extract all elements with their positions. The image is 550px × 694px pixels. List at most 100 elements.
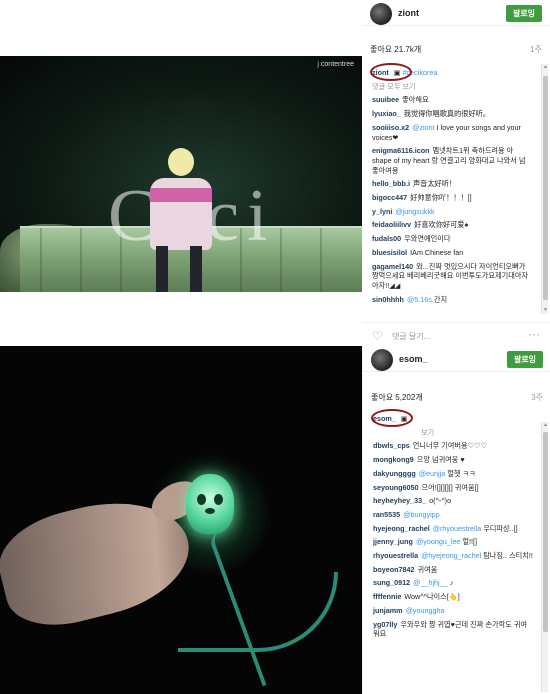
comment-username[interactable]: dbwls_cps: [373, 441, 410, 450]
comment-mention[interactable]: @hyejeong_rachel: [421, 551, 481, 560]
comment-mention[interactable]: @ziont: [412, 123, 434, 132]
scroll-thumb[interactable]: [543, 432, 548, 632]
comment-text: 声音太好听！: [412, 179, 457, 189]
following-button[interactable]: 팔로잉: [506, 5, 542, 22]
load-more-comments[interactable]: 댓글 모두 보기: [372, 82, 532, 92]
comment-text: 好帅意你吖！！！[]: [410, 193, 472, 203]
comment-username[interactable]: fudals00: [372, 234, 401, 243]
charm-nose-shape: [205, 508, 215, 514]
post-time[interactable]: 1주: [530, 44, 542, 55]
comment-item: dakyungggg @eunjja 헐헷 ㅋㅋ: [373, 469, 533, 479]
post-2-photo[interactable]: [0, 346, 362, 694]
comment-item: sooiiiso.x2 @ziont I love your songs and …: [372, 123, 532, 142]
header-username[interactable]: ziont: [398, 8, 419, 18]
comment-text: 언니너무 기여버용♡♡♡: [412, 441, 487, 451]
comment-username[interactable]: yg07lly: [373, 620, 397, 629]
comment-list: ziont ▣ #ceci​korea 댓글 모두 보기 suuibee 좋아해요…: [372, 68, 532, 312]
more-options-icon[interactable]: ···: [528, 327, 540, 341]
comment-text: 으어![][][][] 귀여움[]: [421, 482, 479, 492]
likes-row: 좋아요 5,202개 3주: [371, 392, 543, 403]
comment-username[interactable]: lyuxiao_: [372, 109, 401, 118]
comment-input[interactable]: 댓글 달기...: [392, 331, 430, 342]
comment-item: junjamm @younggha: [373, 606, 533, 616]
comment-mention[interactable]: @5.16s: [407, 295, 432, 304]
comment-text: 헐헷 ㅋㅋ: [447, 468, 476, 478]
comment-username[interactable]: ran5535: [373, 510, 400, 519]
comment-item: y_lyni @jungsukkk: [372, 207, 532, 217]
post-header: ziont 팔로잉: [362, 0, 550, 26]
likes-row: 좋아요 21.7k개 1주: [370, 44, 542, 55]
comment-mention[interactable]: @rhyouestrella: [433, 524, 481, 533]
scroll-up-arrow-icon[interactable]: ▲: [542, 64, 549, 71]
comment-username[interactable]: sin0hhhh: [372, 295, 404, 304]
avatar[interactable]: [370, 3, 392, 25]
comment-username[interactable]: boyeon7842: [373, 565, 415, 574]
scroll-down-arrow-icon[interactable]: ▼: [542, 307, 549, 314]
comment-mention[interactable]: @yoongu_lee: [416, 537, 460, 546]
comment-text: 탐나징.. 스티치!!: [483, 551, 533, 561]
scroll-thumb[interactable]: [543, 76, 548, 300]
post-1-photo[interactable]: Ceci j contentree: [0, 56, 362, 292]
comment-scrollbar[interactable]: ▲ ▼: [541, 64, 548, 314]
comment-scrollbar[interactable]: ▲: [541, 422, 548, 692]
comment-mention[interactable]: @younggha: [406, 606, 445, 615]
avatar[interactable]: [371, 349, 393, 371]
comment-input-row: ♡ 댓글 달기... ···: [362, 322, 550, 346]
comment-mention[interactable]: @jungsukkk: [395, 207, 434, 216]
comment-username[interactable]: mongkong9: [373, 455, 414, 464]
comment-item: yg07lly 우와우와 짱 귀엽♥근데 진짜 손가락도 귀여워요: [373, 620, 533, 639]
comment-username[interactable]: suuibee: [372, 95, 399, 104]
comment-username[interactable]: sooiiiso.x2: [372, 123, 409, 132]
scroll-up-arrow-icon[interactable]: ▲: [542, 422, 549, 429]
comment-username[interactable]: y_lyni: [372, 207, 392, 216]
comment-username[interactable]: feidaoliilivv: [372, 220, 411, 229]
comment-username[interactable]: gagamel140: [372, 262, 413, 271]
comment-username[interactable]: bigocc447: [372, 193, 407, 202]
comment-username[interactable]: ffffennie: [373, 592, 401, 601]
post-time[interactable]: 3주: [531, 392, 543, 403]
comment-mention[interactable]: @bungyipp: [403, 510, 439, 519]
comment-item: sin0hhhh @5.16s 간지: [372, 295, 532, 305]
comment-username[interactable]: seyoung6050: [373, 483, 419, 492]
following-button[interactable]: 팔로잉: [507, 351, 543, 368]
post-1: Ceci j contentree ziont 팔로잉 좋아요 21.7k개 1…: [0, 0, 550, 346]
comment-text: Wow^^나이스[👆]: [404, 592, 460, 602]
likes-count[interactable]: 좋아요 5,202개: [371, 393, 423, 402]
comment-item: rhyouestrella @hyejeong_rachel 탐나징.. 스티치!…: [373, 551, 533, 561]
heart-icon[interactable]: ♡: [372, 329, 383, 343]
comment-text: o(^-^)o: [429, 496, 452, 506]
comment-item: bluesisilol IAm Chinese fan: [372, 248, 532, 258]
likes-count[interactable]: 좋아요 21.7k개: [370, 45, 421, 54]
comment-username[interactable]: hello_bbb.i: [372, 179, 410, 188]
comment-username[interactable]: heyheyhey_33_: [373, 496, 426, 505]
charm-eye-shape: [197, 494, 206, 505]
load-more-comments[interactable]: 보기: [373, 428, 533, 438]
cable-shape: [178, 572, 338, 652]
comment-text: 좋아해요: [402, 95, 429, 105]
comment-username[interactable]: sung_0912: [373, 578, 410, 587]
post-header: esom_ 팔로잉: [363, 346, 550, 372]
comment-username[interactable]: enigma6116.icon: [372, 146, 430, 155]
comment-mention[interactable]: @eunjja: [419, 469, 445, 478]
leg-shape: [190, 246, 202, 292]
comment-item: suuibee 좋아해요: [372, 95, 532, 105]
comment-username[interactable]: rhyouestrella: [373, 551, 418, 560]
comment-item: lyuxiao_ 我觉得你唱歌真的很好听。: [372, 109, 532, 119]
photo-watermark: j contentree: [317, 61, 354, 68]
header-username[interactable]: esom_: [399, 354, 428, 364]
comment-list: esom_ ▣ 보기 dbwls_cps 언니너무 기여버용♡♡♡ mongkong…: [373, 414, 533, 686]
comment-username[interactable]: hyejeong_rachel: [373, 524, 430, 533]
comment-username[interactable]: junjamm: [373, 606, 403, 615]
comment-item: seyoung6050 으어![][][][] 귀여움[]: [373, 483, 533, 493]
comment-item: gagamel140 와...진짜 멋있으시다 자이언티오빠가 짱먹으세요 베리베…: [372, 262, 532, 291]
scarf-shape: [150, 188, 212, 202]
comment-username[interactable]: dakyungggg: [373, 469, 416, 478]
comment-item: fudals00 우와연예인이다: [372, 234, 532, 244]
comment-username[interactable]: bluesisilol: [372, 248, 407, 257]
comment-text: 我觉得你唱歌真的很好听。: [403, 109, 491, 119]
comment-text: 好喜欢你好可爱♠: [414, 220, 469, 230]
comment-username[interactable]: jjenny_jung: [373, 537, 413, 546]
comment-item: bigocc447 好帅意你吖！！！[]: [372, 193, 532, 203]
comment-mention[interactable]: @__hjhj__: [413, 578, 447, 587]
post-1-sidebar: ziont 팔로잉 좋아요 21.7k개 1주 ziont ▣ #ceci​ko…: [362, 0, 550, 346]
